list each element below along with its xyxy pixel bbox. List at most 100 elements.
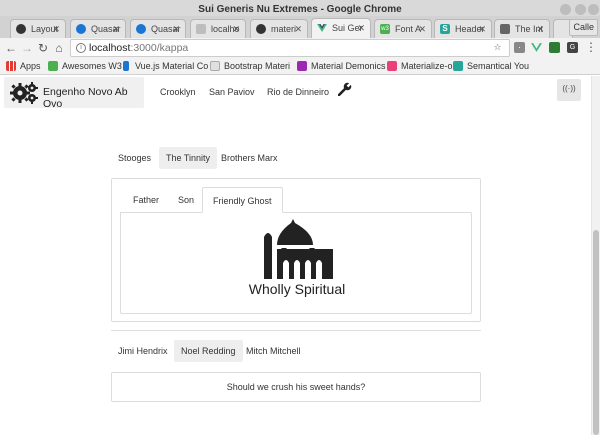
scrollbar-thumb[interactable] — [593, 230, 599, 435]
bookmark-label: Apps — [20, 61, 41, 71]
extension-icon[interactable] — [549, 42, 560, 53]
browser-tab[interactable]: localho ✕ — [190, 19, 246, 38]
tab-pane: Wholly Spiritual — [120, 212, 472, 314]
window-title: Sui Generis Nu Extremes - Google Chrome — [198, 4, 402, 15]
vue-icon — [317, 24, 327, 32]
browser-tab[interactable]: Quasar ✕ — [130, 19, 186, 38]
page-icon — [196, 24, 206, 34]
w3-icon — [48, 61, 58, 71]
materialize-icon — [297, 61, 307, 71]
close-icon[interactable]: ✕ — [52, 20, 60, 38]
home-icon[interactable]: ⌂ — [52, 40, 66, 56]
browser-tab[interactable]: Quasar ✕ — [70, 19, 126, 38]
maximize-button[interactable] — [575, 4, 586, 15]
close-icon[interactable]: ✕ — [112, 20, 120, 38]
minimize-button[interactable] — [560, 4, 571, 15]
extension-icon[interactable]: G — [567, 42, 578, 53]
pill-jimi-hendrix[interactable]: Jimi Hendrix — [111, 340, 175, 362]
tab-father[interactable]: Father — [123, 187, 169, 213]
s-icon — [453, 61, 463, 71]
image-icon — [500, 24, 510, 34]
nav-link-crooklyn[interactable]: Crooklyn — [160, 87, 196, 97]
bookmark-label: Bootstrap Materi — [224, 61, 291, 71]
reload-icon[interactable]: ↻ — [36, 40, 50, 56]
address-host: localhost — [89, 42, 131, 54]
s-icon: S — [440, 24, 450, 34]
question-box: Should we crush his sweet hands? — [111, 372, 481, 402]
close-icon[interactable]: ✕ — [478, 20, 486, 38]
close-icon[interactable]: ✕ — [172, 20, 180, 38]
browser-tab[interactable]: materi ✕ — [250, 19, 308, 38]
browser-tab-label: Font A — [395, 24, 422, 34]
bookmark-label: Awesomes W3 — [62, 61, 122, 71]
navbar-brand[interactable]: Engenho Novo Ab Ovo — [4, 77, 144, 110]
github-icon — [256, 24, 266, 34]
section-divider — [111, 330, 481, 331]
bookmark-item[interactable]: Vue.js Material Co — [121, 60, 208, 73]
tab-son[interactable]: Son — [168, 187, 204, 213]
bookmark-item[interactable]: Bootstrap Materi — [210, 60, 290, 73]
forward-arrow-icon[interactable]: → — [20, 40, 34, 56]
wrench-icon[interactable] — [338, 82, 352, 96]
close-window-button[interactable] — [588, 4, 599, 15]
page-scrollbar[interactable] — [591, 76, 600, 435]
mosque-icon — [264, 219, 333, 279]
pill-noel-redding[interactable]: Noel Redding — [174, 340, 243, 362]
quasar-icon — [136, 24, 146, 34]
nav-link-rio[interactable]: Rio de Dinneiro — [267, 87, 329, 97]
info-icon[interactable]: i — [76, 43, 86, 53]
browser-tab-active[interactable]: Sui Ger ✕ — [311, 18, 371, 38]
w3-icon: w3 — [380, 24, 390, 34]
page-icon — [210, 61, 220, 71]
gears-icon — [10, 82, 38, 104]
close-icon[interactable]: ✕ — [536, 20, 544, 38]
browser-toolbar: ← → ↻ ⌂ i localhost:3000/kappa ☆ · G ⋮ — [0, 38, 600, 58]
vue-devtools-icon[interactable] — [531, 42, 542, 53]
signal-icon: ((·)) — [562, 84, 576, 93]
bookmark-label: Material Demonics — [311, 61, 386, 71]
pill-the-tinnity[interactable]: The Tinnity — [159, 147, 218, 169]
bookmark-flag-icon — [123, 61, 129, 71]
bookmark-item[interactable]: Material Demonics — [297, 60, 386, 73]
close-icon[interactable]: ✕ — [294, 20, 302, 38]
profile-label: Calle — [573, 22, 594, 32]
star-icon[interactable]: ☆ — [492, 42, 503, 53]
pane-caption: Wholly Spiritual — [248, 281, 346, 297]
bookmark-item[interactable]: Semantical You — [453, 60, 529, 73]
close-icon[interactable]: ✕ — [418, 20, 426, 38]
signal-button[interactable]: ((·)) — [557, 79, 581, 101]
question-text: Should we crush his sweet hands? — [226, 382, 366, 392]
browser-tab-label: materi — [271, 24, 297, 34]
tab-strip: Layout ✕ Quasar ✕ Quasar ✕ localho ✕ mat… — [0, 16, 600, 38]
bookmark-item[interactable]: Materialize-o — [387, 60, 453, 73]
address-bar[interactable]: i localhost:3000/kappa — [70, 39, 510, 57]
quasar-icon — [76, 24, 86, 34]
extension-icon[interactable]: · — [514, 42, 525, 53]
pill-stooges[interactable]: Stooges — [111, 147, 158, 169]
pill-mitch-mitchell[interactable]: Mitch Mitchell — [239, 340, 308, 362]
bookmark-item[interactable]: Awesomes W3 — [48, 60, 122, 73]
bookmarks-bar: Apps Awesomes W3 Vue.js Material Co Boot… — [0, 58, 600, 75]
bookmark-apps[interactable]: Apps — [6, 60, 41, 73]
close-icon[interactable]: ✕ — [232, 20, 240, 38]
browser-tab[interactable]: The Int ✕ — [494, 19, 550, 38]
close-icon[interactable]: ✕ — [357, 19, 365, 37]
address-path: :3000/kappa — [130, 42, 189, 54]
bookmark-label: Vue.js Material Co — [135, 61, 209, 71]
menu-kebab-icon[interactable]: ⋮ — [585, 41, 597, 53]
pill-brothers-marx[interactable]: Brothers Marx — [214, 147, 285, 169]
bookmark-label: Materialize-o — [401, 61, 453, 71]
trinity-card: Father Son Friendly Ghost Wholly Spiritu… — [111, 178, 481, 322]
browser-tab[interactable]: S Header ✕ — [434, 19, 492, 38]
browser-tab[interactable]: w3 Font A ✕ — [374, 19, 432, 38]
page-viewport: Engenho Novo Ab Ovo Crooklyn San Paviov … — [0, 76, 600, 435]
tab-friendly-ghost[interactable]: Friendly Ghost — [202, 187, 283, 213]
nav-link-san-paviov[interactable]: San Paviov — [209, 87, 255, 97]
back-arrow-icon[interactable]: ← — [4, 40, 18, 56]
brand-title: Engenho Novo Ab Ovo — [43, 86, 128, 110]
apps-grid-icon — [6, 61, 16, 71]
github-icon — [16, 24, 26, 34]
materialize-icon — [387, 61, 397, 71]
profile-button[interactable]: Calle — [569, 19, 598, 36]
browser-tab[interactable]: Layout ✕ — [10, 19, 66, 38]
